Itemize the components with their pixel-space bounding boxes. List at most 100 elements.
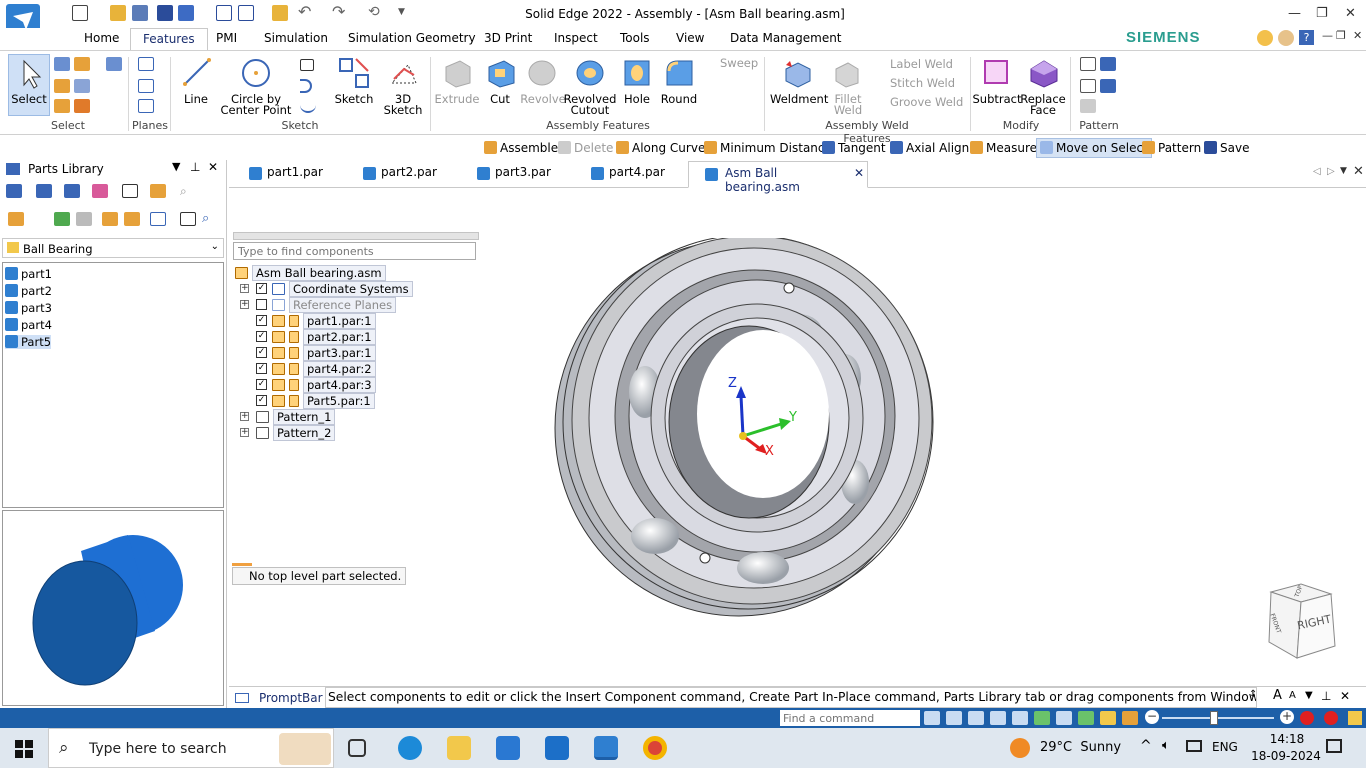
doc-tab-asm[interactable]: Asm Ball bearing.asm ✕ (688, 161, 868, 194)
tree-reference-planes[interactable]: Reference Planes (272, 297, 397, 313)
tab-data-management[interactable]: Data Management (730, 31, 842, 45)
windows-start-icon[interactable] (15, 740, 33, 758)
forward-arrow-icon[interactable] (76, 212, 92, 226)
zoom-out-icon[interactable]: − (1145, 710, 1159, 724)
pattern-button[interactable]: Pattern (1142, 141, 1201, 155)
tree-pattern2[interactable]: Pattern_2 (256, 425, 336, 441)
select-button[interactable]: Select (8, 54, 50, 116)
minimize-button[interactable]: — (1288, 6, 1301, 21)
checkbox-part4-2[interactable]: ✓ (256, 363, 267, 374)
file-explorer-icon[interactable] (447, 736, 471, 760)
revolved-cutout-label-2[interactable]: Cutout (562, 104, 618, 116)
view-mode-icon[interactable] (150, 212, 166, 226)
language-indicator[interactable]: ENG (1212, 740, 1238, 754)
arc-icon[interactable] (300, 79, 312, 93)
3d-sketch-icon[interactable] (388, 57, 420, 89)
tab-simulation-geometry[interactable]: Simulation Geometry (348, 31, 476, 45)
zoom-slider-thumb[interactable] (1210, 711, 1218, 725)
new-icon[interactable] (72, 5, 88, 21)
list-item[interactable]: part1 (5, 267, 52, 281)
close-button[interactable]: ✕ (1345, 6, 1356, 21)
mail-icon[interactable] (545, 736, 569, 760)
zoom-in-icon[interactable]: + (1280, 710, 1294, 724)
print-icon[interactable] (132, 5, 148, 21)
cut-icon[interactable] (486, 57, 516, 89)
library-search-icon[interactable]: ⌕ (180, 184, 196, 198)
checkbox-part3[interactable]: ✓ (256, 347, 267, 358)
select-tool-icon-1[interactable] (54, 57, 70, 71)
zoom-slider[interactable] (1162, 717, 1274, 719)
tab-scroll-right-icon[interactable]: ▷ (1327, 166, 1335, 177)
save-cmd-button[interactable]: Save (1204, 141, 1249, 155)
curve-icon[interactable] (300, 99, 316, 113)
prompt-close-icon[interactable]: ✕ (1340, 689, 1350, 703)
plane-icon-3[interactable] (138, 99, 154, 113)
status-view-icon-5[interactable] (1078, 711, 1094, 725)
checkbox-part5[interactable]: ✓ (256, 395, 267, 406)
prompt-dock-icon[interactable]: ▼ (1305, 690, 1313, 701)
tab-pmi[interactable]: PMI (216, 31, 237, 45)
doc-tab-part4[interactable]: part4.par (591, 165, 665, 187)
circle-icon[interactable] (240, 57, 272, 89)
plane-icon-2[interactable] (138, 79, 154, 93)
redo-icon[interactable]: ↷ (332, 4, 348, 21)
library-help-icon[interactable] (64, 184, 80, 198)
tree-part4-3[interactable]: part4.par:3 (272, 377, 376, 393)
line-icon[interactable] (182, 57, 212, 87)
open-icon[interactable] (110, 5, 126, 21)
weather-text[interactable]: 29°C Sunny (1040, 740, 1121, 755)
tab-close-icon[interactable]: ✕ (854, 166, 864, 180)
tree-root[interactable]: Asm Ball bearing.asm (235, 265, 386, 281)
tree-part2[interactable]: part2.par:1 (272, 329, 376, 345)
checkbox-part2[interactable]: ✓ (256, 331, 267, 342)
pattern-icon-2[interactable] (1100, 57, 1116, 71)
select-tool-icon-4[interactable] (74, 79, 90, 93)
list-item[interactable]: part2 (5, 284, 52, 298)
axial-align-button[interactable]: Axial Align (890, 141, 969, 155)
help-icon[interactable]: ? (1299, 30, 1314, 45)
cut-button[interactable]: Cut (482, 93, 518, 105)
round-button[interactable]: Round (656, 93, 702, 105)
doc-tab-part1[interactable]: part1.par (249, 165, 323, 187)
round-icon[interactable] (664, 57, 694, 89)
status-view-icon-6[interactable] (1100, 711, 1116, 725)
tab-simulation[interactable]: Simulation (264, 31, 328, 45)
weather-icon[interactable] (1010, 738, 1030, 758)
doc-minimize-button[interactable]: — (1322, 29, 1333, 42)
font-increase-icon[interactable]: A (1273, 688, 1282, 703)
replace-face-icon[interactable] (1028, 57, 1060, 89)
checkbox-coordinate-systems[interactable]: ✓ (256, 283, 267, 294)
clock-date[interactable]: 18-09-2024 (1246, 749, 1326, 763)
status-view-icon-4[interactable] (1056, 711, 1072, 725)
doc-close-button[interactable]: ✕ (1353, 29, 1362, 42)
checkbox-reference-planes[interactable] (256, 299, 267, 310)
checkbox-part1[interactable]: ✓ (256, 315, 267, 326)
youtube-icon[interactable] (1300, 711, 1314, 725)
library-tool-icon-5[interactable] (150, 184, 166, 198)
rectangle-icon[interactable] (300, 59, 314, 71)
store-icon[interactable] (496, 736, 520, 760)
move-on-select-button[interactable]: Move on Select (1036, 138, 1152, 158)
tab-view[interactable]: View (676, 31, 704, 45)
select-tool-icon-3[interactable] (54, 79, 70, 93)
tray-chevron-icon[interactable]: ^ (1140, 738, 1152, 754)
expand-pattern1-icon[interactable]: + (240, 412, 249, 421)
status-view-icon-2[interactable] (1012, 711, 1028, 725)
list-item[interactable]: part4 (5, 318, 52, 332)
taskbar-search-box[interactable]: ⌕ Type here to search (48, 728, 334, 768)
find-icon[interactable]: ⌕ (202, 212, 218, 226)
pattern-icon-1[interactable] (1080, 57, 1096, 71)
up-folder-icon[interactable] (102, 212, 118, 226)
properties-icon[interactable] (216, 5, 232, 21)
plane-icon-1[interactable] (138, 57, 154, 71)
tree-pattern1[interactable]: Pattern_1 (256, 409, 336, 425)
tab-features[interactable]: Features (130, 28, 208, 50)
hole-button[interactable]: Hole (618, 93, 656, 105)
library-tool-icon-4[interactable] (122, 184, 138, 198)
measure-button[interactable]: Measure (970, 141, 1037, 155)
home-icon[interactable] (8, 212, 24, 226)
tree-part4-2[interactable]: part4.par:2 (272, 361, 376, 377)
checkbox-part4-3[interactable]: ✓ (256, 379, 267, 390)
tab-tools[interactable]: Tools (620, 31, 650, 45)
clock-time[interactable]: 14:18 (1262, 732, 1312, 746)
